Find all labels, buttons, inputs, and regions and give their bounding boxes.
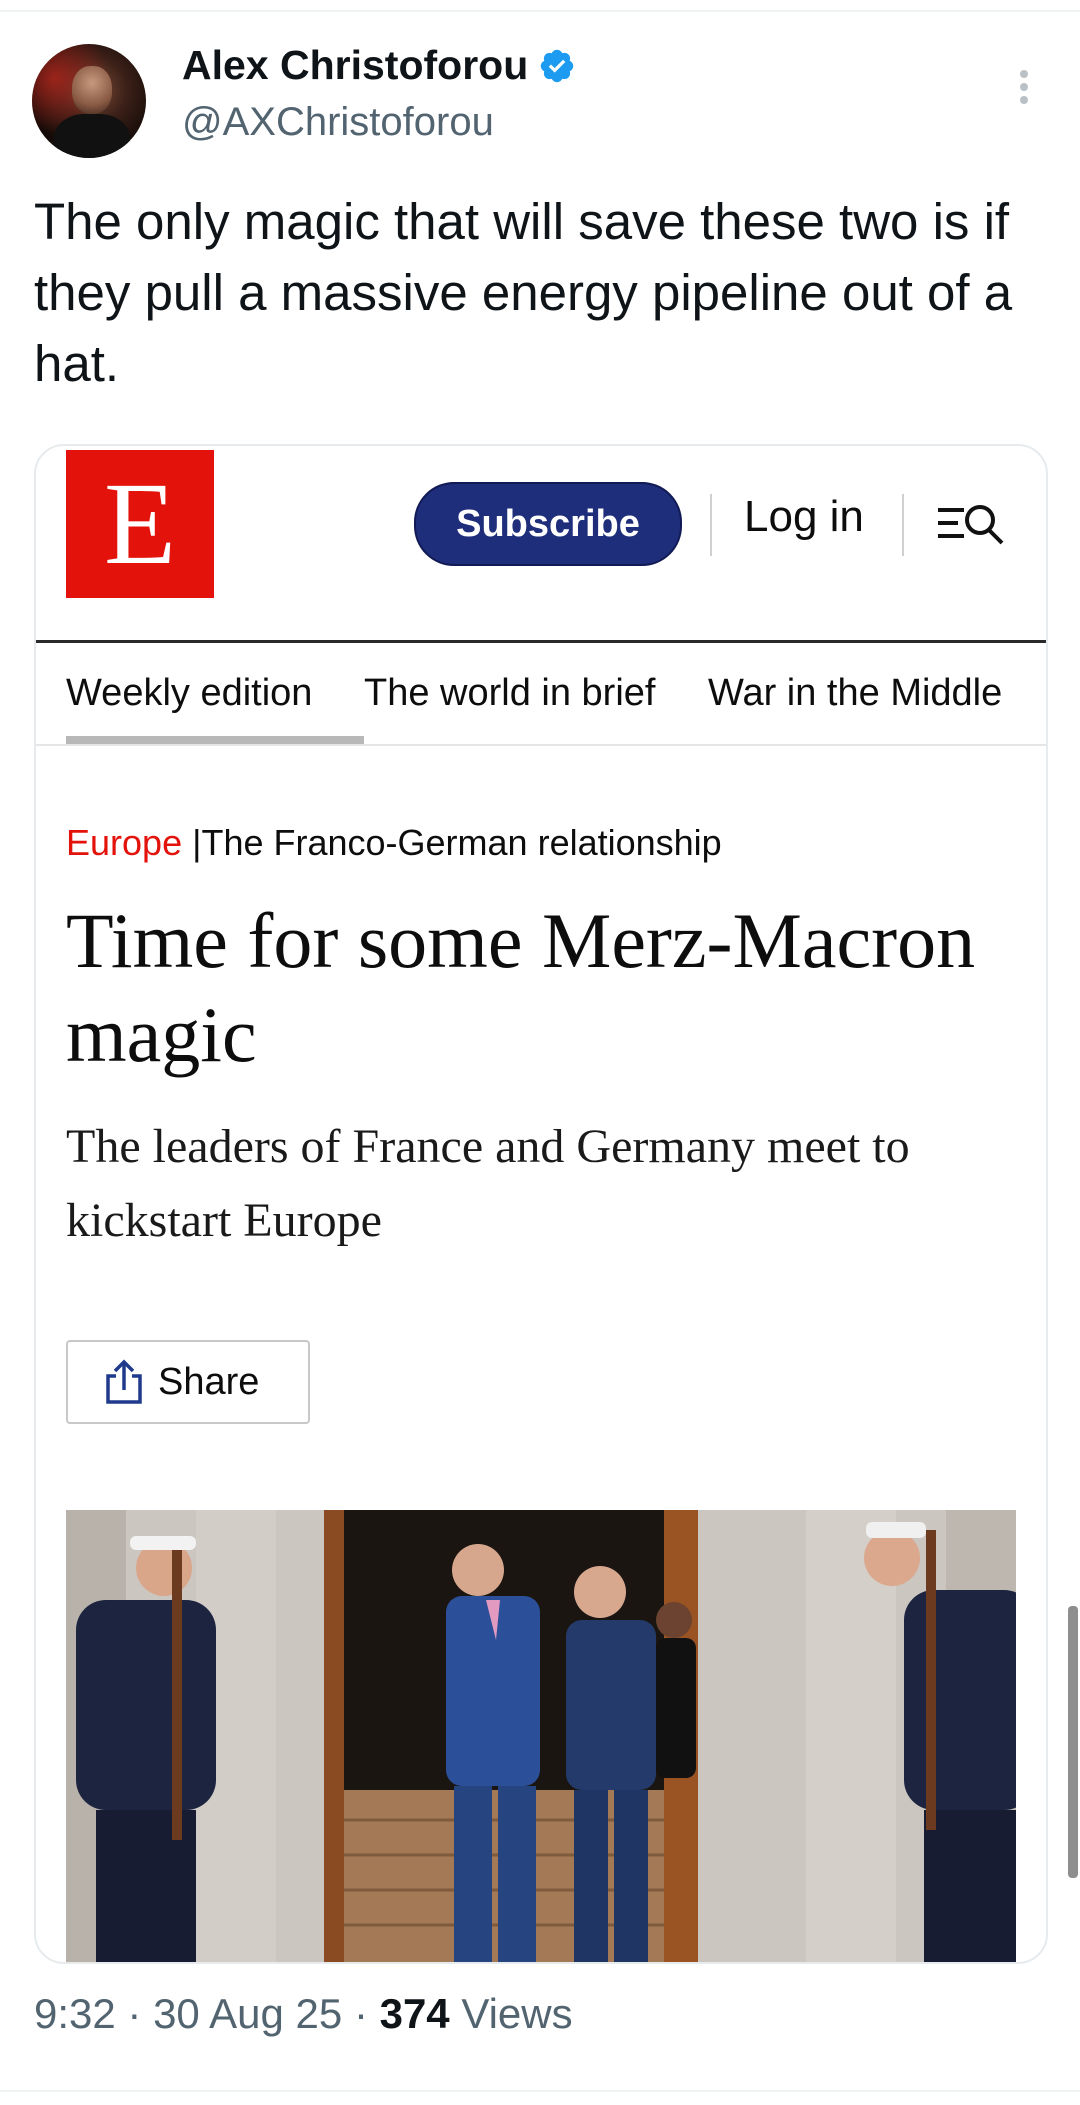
- header-divider: [710, 494, 712, 556]
- scrollbar[interactable]: [1068, 1606, 1078, 1878]
- tweet-date[interactable]: 30 Aug 25: [153, 1990, 342, 2037]
- more-options-icon[interactable]: [1016, 70, 1032, 110]
- section-nav: Weekly edition The world in brief War in…: [36, 672, 1046, 714]
- menu-search-icon[interactable]: [936, 498, 1008, 548]
- tweet-meta: 9:32 · 30 Aug 25 · 374 Views: [34, 1990, 573, 2037]
- nav-divider: [36, 744, 1046, 746]
- header-divider: [902, 494, 904, 556]
- topic-label: The Franco-German relationship: [201, 822, 722, 863]
- article-kicker: Europe |The Franco-German relationship: [66, 822, 722, 864]
- nav-item-weekly-edition[interactable]: Weekly edition: [66, 672, 312, 715]
- article-headline: Time for some Merz-Macron magic: [66, 897, 976, 1078]
- tweet-text: The only magic that will save these two …: [34, 193, 1013, 392]
- section-label[interactable]: Europe: [66, 822, 182, 863]
- verified-badge-icon: [541, 49, 574, 82]
- avatar[interactable]: [32, 44, 146, 158]
- share-label: Share: [158, 1360, 260, 1403]
- views-label: Views: [461, 1990, 573, 2037]
- bottom-divider: [0, 2090, 1080, 2092]
- share-button[interactable]: Share: [66, 1340, 310, 1424]
- login-link[interactable]: Log in: [744, 492, 864, 542]
- active-tab-indicator: [66, 736, 364, 744]
- nav-item-war-in-the-middle[interactable]: War in the Middle: [708, 672, 1002, 715]
- link-card[interactable]: E Subscribe Log in Weekly edition The wo…: [34, 444, 1048, 1964]
- nav-item-world-in-brief[interactable]: The world in brief: [364, 672, 655, 715]
- views-count: 374: [379, 1990, 450, 2037]
- author-handle[interactable]: @AXChristoforou: [182, 100, 494, 145]
- share-icon: [106, 1359, 142, 1404]
- economist-logo: E: [66, 450, 214, 598]
- tweet-time[interactable]: 9:32: [34, 1990, 116, 2037]
- article-photo: [66, 1510, 1016, 1962]
- author-name[interactable]: Alex Christoforou: [182, 42, 528, 89]
- header-rule: [36, 640, 1046, 643]
- article-standfirst: The leaders of France and Germany meet t…: [66, 1120, 910, 1247]
- author-name-row[interactable]: Alex Christoforou: [182, 42, 576, 89]
- top-divider: [0, 10, 1080, 12]
- subscribe-button[interactable]: Subscribe: [414, 482, 682, 566]
